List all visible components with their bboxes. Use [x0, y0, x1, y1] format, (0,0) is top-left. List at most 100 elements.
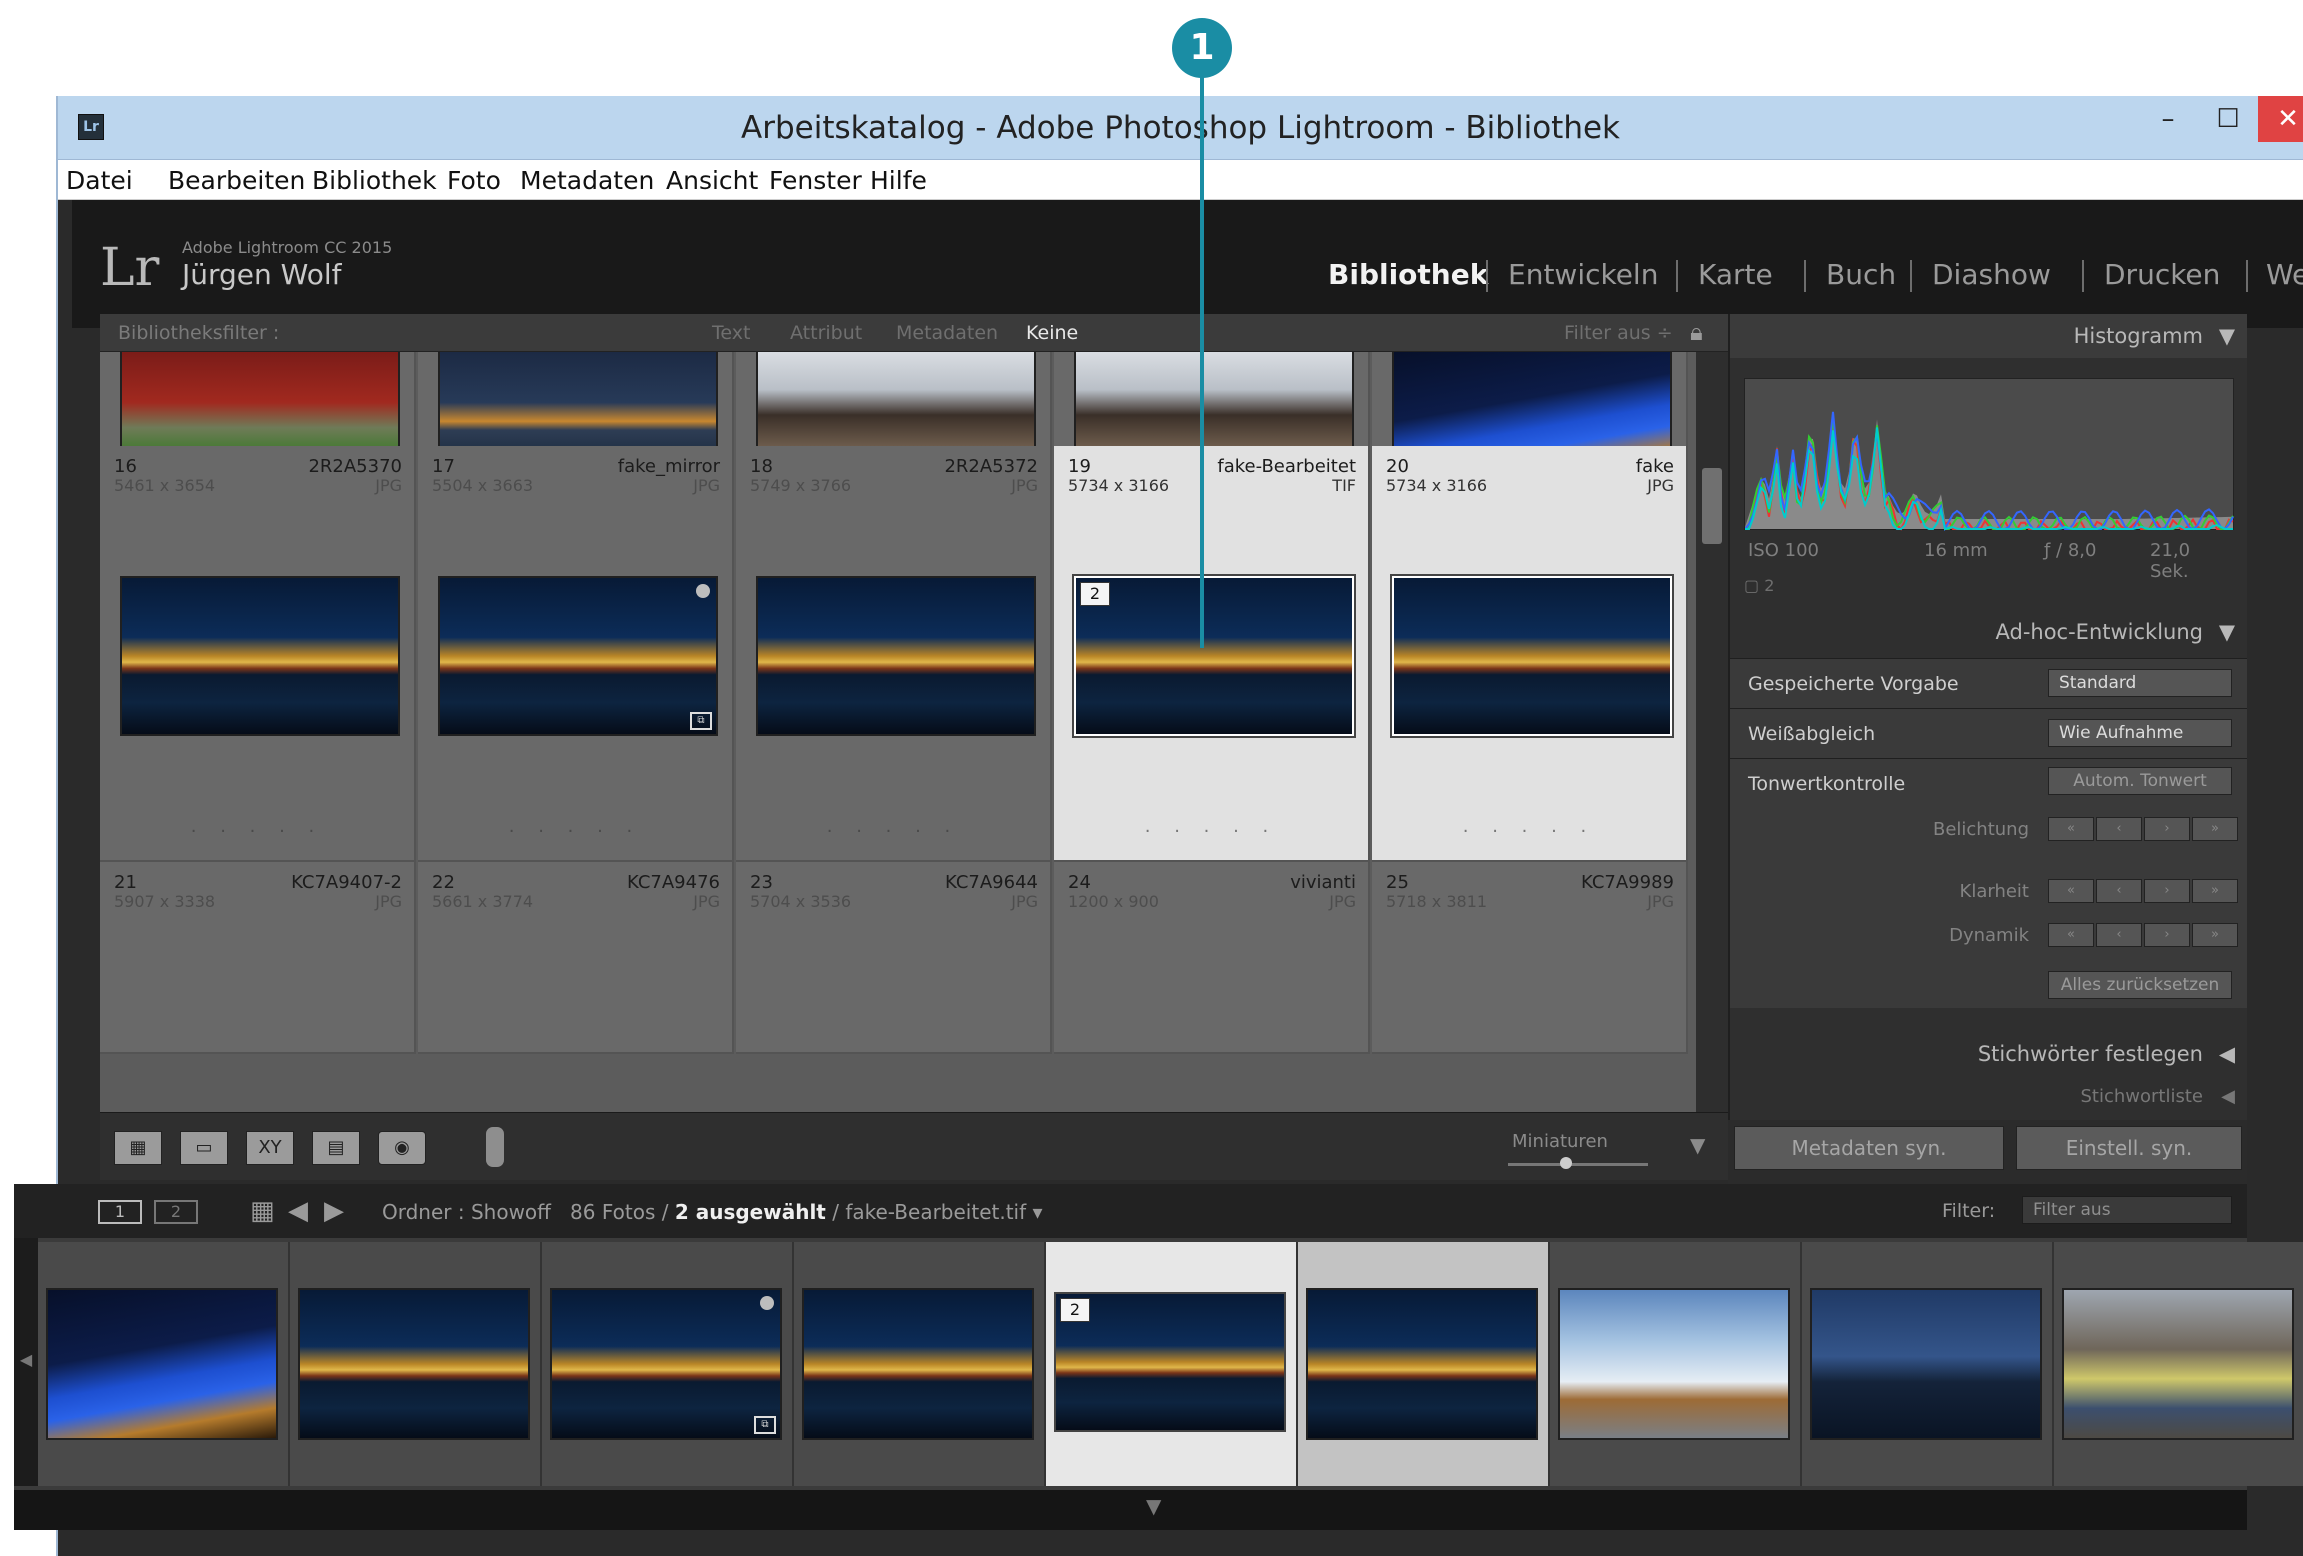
keyword-list-header[interactable]: Stichwortliste ◀ — [1730, 1076, 2247, 1112]
reset-all-button[interactable]: Alles zurücksetzen — [2048, 971, 2232, 999]
image-dimensions: 5718 x 3811 — [1386, 892, 1488, 911]
stack-icon[interactable]: ⧉ — [754, 1416, 776, 1434]
module-entwickeln[interactable]: Entwickeln — [1508, 258, 1658, 291]
thumbnail-size-knob[interactable] — [1560, 1157, 1572, 1169]
white-balance-dropdown[interactable]: Wie Aufnahme — [2048, 719, 2232, 747]
filmstrip-left-toggle[interactable]: ◀ — [14, 1238, 38, 1486]
filmstrip-thumbnail[interactable] — [1558, 1288, 1790, 1440]
window-title: Arbeitskatalog - Adobe Photoshop Lightro… — [741, 110, 1620, 146]
grid-cell[interactable]: 20 fake 5734 x 3166 JPG · · · · · — [1372, 446, 1688, 862]
auto-tone-button[interactable]: Autom. Tonwert — [2048, 767, 2232, 795]
filmstrip-thumbnail[interactable] — [2062, 1288, 2294, 1440]
grid-cell[interactable]: 21 KC7A9407-2 5907 x 3338 JPG — [100, 862, 416, 1054]
filter-tab-attribute[interactable]: Attribut — [790, 322, 862, 344]
maximize-button[interactable]: ☐ — [2198, 96, 2258, 142]
grid-cell[interactable]: 22 KC7A9476 5661 x 3774 JPG — [418, 862, 734, 1054]
grid-icon[interactable]: ▦ — [250, 1196, 275, 1226]
filter-tab-text[interactable]: Text — [712, 322, 750, 344]
filmstrip-cell[interactable]: 2 — [1046, 1242, 1298, 1486]
grid-scrollbar[interactable] — [1696, 352, 1728, 1112]
filmstrip-thumbnail[interactable]: 2 — [1054, 1292, 1286, 1432]
file-extension: JPG — [693, 892, 720, 911]
keywording-header[interactable]: Stichwörter festlegen ◀ — [1730, 1032, 2247, 1076]
grid-view-button[interactable]: ▦ — [114, 1131, 162, 1165]
photo-thumbnail[interactable]: ⧉ — [438, 576, 718, 736]
grid-scroll-thumb[interactable] — [1702, 468, 1722, 544]
filmstrip-thumbnail[interactable] — [1306, 1288, 1538, 1440]
menu-foto[interactable]: Foto — [447, 166, 501, 195]
people-view-button[interactable]: ◉ — [378, 1131, 426, 1165]
filmstrip-thumbnail[interactable] — [46, 1288, 278, 1440]
histogram-header[interactable]: Histogramm ▼ — [1730, 314, 2247, 358]
survey-view-button[interactable]: ▤ — [312, 1131, 360, 1165]
filmstrip-cell[interactable]: ⧉ — [542, 1242, 794, 1486]
module-karte[interactable]: Karte — [1698, 258, 1773, 291]
filmstrip-cell[interactable] — [38, 1242, 290, 1486]
grid-cell[interactable]: 19 fake-Bearbeitet 5734 x 3166 TIF 2 · · · · … — [1054, 446, 1370, 862]
grid-cell[interactable]: 18 2R2A5372 5749 x 3766 JPG · · · · · — [736, 446, 1052, 862]
filmstrip-thumbnail[interactable] — [298, 1288, 530, 1440]
module-bibliothek[interactable]: Bibliothek — [1328, 258, 1488, 291]
module-drucken[interactable]: Drucken — [2104, 258, 2220, 291]
exposure-stepper[interactable]: «‹ ›» — [2048, 817, 2238, 841]
filmstrip-cell[interactable] — [794, 1242, 1046, 1486]
stack-icon[interactable]: ⧉ — [690, 712, 712, 730]
clarity-stepper[interactable]: «‹ ›» — [2048, 879, 2238, 903]
menu-datei[interactable]: Datei — [66, 166, 133, 195]
sync-metadata-button[interactable]: Metadaten syn. — [1734, 1126, 2004, 1170]
menu-metadaten[interactable]: Metadaten — [520, 166, 654, 195]
forward-arrow-icon[interactable]: ▶ — [324, 1196, 344, 1226]
menu-fenster[interactable]: Fenster — [769, 166, 862, 195]
photo-thumbnail[interactable] — [120, 576, 400, 736]
module-diashow[interactable]: Diashow — [1932, 258, 2051, 291]
filter-tab-none[interactable]: Keine — [1026, 322, 1078, 344]
focal-length: 16 mm — [1924, 540, 1988, 561]
filter-preset-dropdown[interactable]: Filter aus ÷ — [1564, 322, 1673, 344]
original-photo-icon[interactable]: ▢ 2 — [1744, 576, 1774, 595]
toolbar-menu-arrow-icon[interactable]: ▼ — [1690, 1133, 1705, 1157]
grid-cell[interactable]: 23 KC7A9644 5704 x 3536 JPG — [736, 862, 1052, 1054]
menu-bibliothek[interactable]: Bibliothek — [312, 166, 437, 195]
filmstrip-cell[interactable] — [2054, 1242, 2303, 1486]
grid-cell[interactable]: 17 fake_mirror 5504 x 3663 JPG ⧉ · · · · · — [418, 446, 734, 862]
lock-icon[interactable]: 🔒︎ — [1690, 318, 1703, 346]
filmstrip-source-info[interactable]: Ordner : Showoff 86 Fotos / 2 ausgewählt… — [382, 1200, 1043, 1224]
thumbnail-size-slider[interactable] — [1508, 1163, 1648, 1166]
title-bar[interactable]: Lr Arbeitskatalog - Adobe Photoshop Ligh… — [58, 96, 2303, 160]
module-web[interactable]: Web — [2266, 258, 2303, 291]
grid-cell[interactable]: 24 vivianti 1200 x 900 JPG — [1054, 862, 1370, 1054]
saved-preset-dropdown[interactable]: Standard — [2048, 669, 2232, 697]
compare-view-button[interactable]: XY — [246, 1131, 294, 1165]
grid-cell[interactable]: 25 KC7A9989 5718 x 3811 JPG — [1372, 862, 1688, 1054]
filter-tab-metadata[interactable]: Metadaten — [896, 322, 998, 344]
quick-develop-header[interactable]: Ad-hoc-Entwicklung ▼ — [1730, 610, 2247, 654]
loupe-view-button[interactable]: ▭ — [180, 1131, 228, 1165]
grid-cell[interactable]: 16 2R2A5370 5461 x 3654 JPG · · · · · — [100, 446, 416, 862]
filmstrip-thumbnail[interactable]: ⧉ — [550, 1288, 782, 1440]
photo-thumbnail[interactable] — [1392, 576, 1672, 736]
filmstrip-cell[interactable] — [1298, 1242, 1550, 1486]
file-name: fake-Bearbeitet — [1217, 456, 1356, 477]
filmstrip-thumbnail[interactable] — [1810, 1288, 2042, 1440]
file-extension: JPG — [693, 476, 720, 495]
vibrance-stepper[interactable]: «‹ ›» — [2048, 923, 2238, 947]
filmstrip-cell[interactable] — [290, 1242, 542, 1486]
menu-hilfe[interactable]: Hilfe — [870, 166, 927, 195]
module-buch[interactable]: Buch — [1826, 258, 1896, 291]
photo-thumbnail[interactable]: 2 — [1074, 576, 1354, 736]
filmstrip-thumbnail[interactable] — [802, 1288, 1034, 1440]
menu-ansicht[interactable]: Ansicht — [666, 166, 758, 195]
filmstrip-cell[interactable] — [1550, 1242, 1802, 1486]
back-arrow-icon[interactable]: ◀ — [288, 1196, 308, 1226]
painter-tool-icon[interactable] — [486, 1127, 504, 1167]
collapse-filmstrip-arrow-icon[interactable]: ▼ — [1146, 1494, 1161, 1518]
main-monitor-button[interactable]: 1 — [98, 1200, 142, 1224]
minimize-button[interactable]: – — [2138, 96, 2198, 142]
photo-thumbnail[interactable] — [756, 576, 1036, 736]
filmstrip-cell[interactable] — [1802, 1242, 2054, 1486]
second-monitor-button[interactable]: 2 — [154, 1200, 198, 1224]
close-button[interactable]: ✕ — [2258, 96, 2303, 142]
sync-settings-button[interactable]: Einstell. syn. — [2016, 1126, 2242, 1170]
filmstrip-filter-dropdown[interactable]: Filter aus — [2022, 1196, 2232, 1224]
menu-bearbeiten[interactable]: Bearbeiten — [168, 166, 305, 195]
